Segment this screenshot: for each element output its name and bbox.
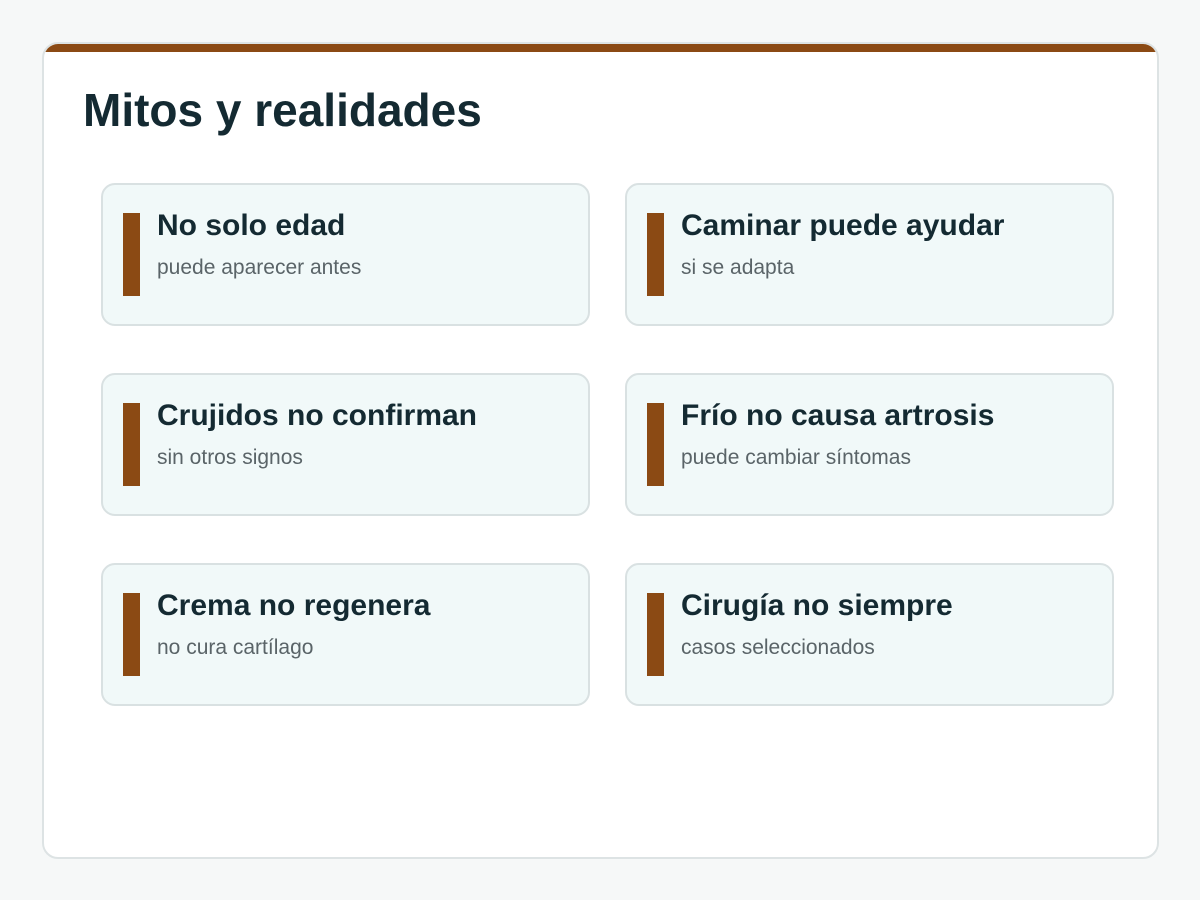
card-accent-bar <box>647 213 664 296</box>
card-accent-bar <box>647 593 664 676</box>
card-title: No solo edad <box>157 209 346 242</box>
myth-card-2: Caminar puede ayudar si se adapta <box>625 183 1114 326</box>
card-accent-bar <box>647 403 664 486</box>
card-subtitle: si se adapta <box>681 256 795 279</box>
myth-card-3: Crujidos no confirman sin otros signos <box>101 373 590 516</box>
card-title: Frío no causa artrosis <box>681 399 995 432</box>
slide-panel: Mitos y realidades No solo edad puede ap… <box>42 42 1159 859</box>
top-accent-bar <box>44 44 1157 52</box>
myth-card-4: Frío no causa artrosis puede cambiar sín… <box>625 373 1114 516</box>
myth-card-6: Cirugía no siempre casos seleccionados <box>625 563 1114 706</box>
myth-card-1: No solo edad puede aparecer antes <box>101 183 590 326</box>
card-subtitle: sin otros signos <box>157 446 303 469</box>
card-accent-bar <box>123 593 140 676</box>
card-subtitle: no cura cartílago <box>157 636 314 659</box>
card-accent-bar <box>123 213 140 296</box>
card-title: Caminar puede ayudar <box>681 209 1005 242</box>
card-title: Cirugía no siempre <box>681 589 953 622</box>
slide-title: Mitos y realidades <box>83 84 482 136</box>
card-subtitle: casos seleccionados <box>681 636 875 659</box>
card-accent-bar <box>123 403 140 486</box>
card-subtitle: puede aparecer antes <box>157 256 362 279</box>
card-subtitle: puede cambiar síntomas <box>681 446 911 469</box>
card-title: Crema no regenera <box>157 589 431 622</box>
myth-card-5: Crema no regenera no cura cartílago <box>101 563 590 706</box>
card-title: Crujidos no confirman <box>157 399 478 432</box>
